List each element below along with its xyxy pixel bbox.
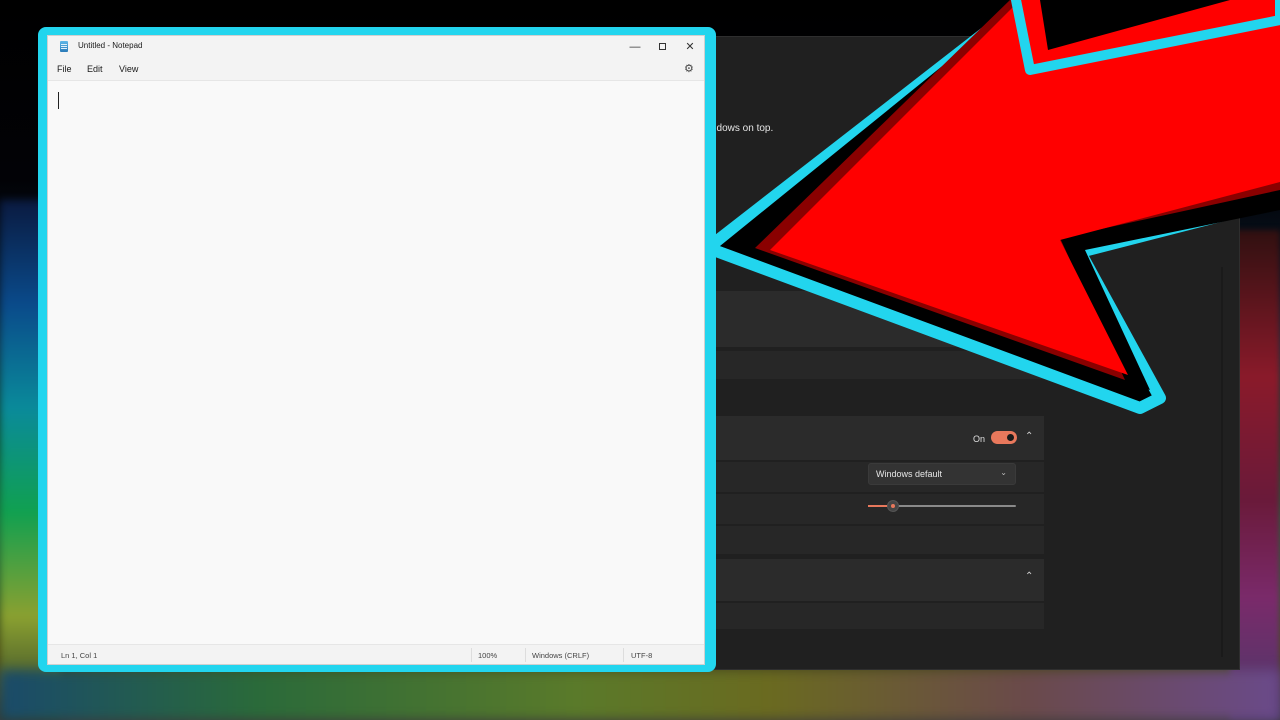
notepad-window: Untitled - Notepad — ✕ File Edit View ⚙ … [47, 35, 705, 665]
menu-file[interactable]: File [57, 64, 72, 74]
status-divider [471, 648, 472, 662]
status-divider [623, 648, 624, 662]
minimize-icon: — [629, 41, 641, 53]
minimize-button[interactable]: — [626, 39, 644, 55]
status-bar: Ln 1, Col 1 100% Windows (CRLF) UTF-8 [48, 644, 704, 664]
cursor-position: Ln 1, Col 1 [61, 651, 98, 660]
encoding[interactable]: UTF-8 [631, 651, 652, 660]
maximize-icon [658, 43, 666, 50]
line-ending[interactable]: Windows (CRLF) [532, 651, 589, 660]
status-divider [525, 648, 526, 662]
zoom-level[interactable]: 100% [478, 651, 497, 660]
maximize-button[interactable] [653, 39, 671, 55]
text-editor[interactable] [48, 82, 704, 644]
close-button[interactable]: ✕ [681, 39, 699, 55]
notepad-icon [60, 41, 68, 52]
menu-edit[interactable]: Edit [87, 64, 103, 74]
gear-icon[interactable]: ⚙ [684, 63, 696, 75]
window-title: Untitled - Notepad [78, 41, 143, 50]
close-icon: ✕ [685, 41, 695, 53]
menu-view[interactable]: View [119, 64, 138, 74]
title-bar[interactable]: Untitled - Notepad — ✕ [48, 36, 704, 58]
text-caret [58, 92, 59, 109]
menu-bar: File Edit View ⚙ [48, 58, 704, 81]
